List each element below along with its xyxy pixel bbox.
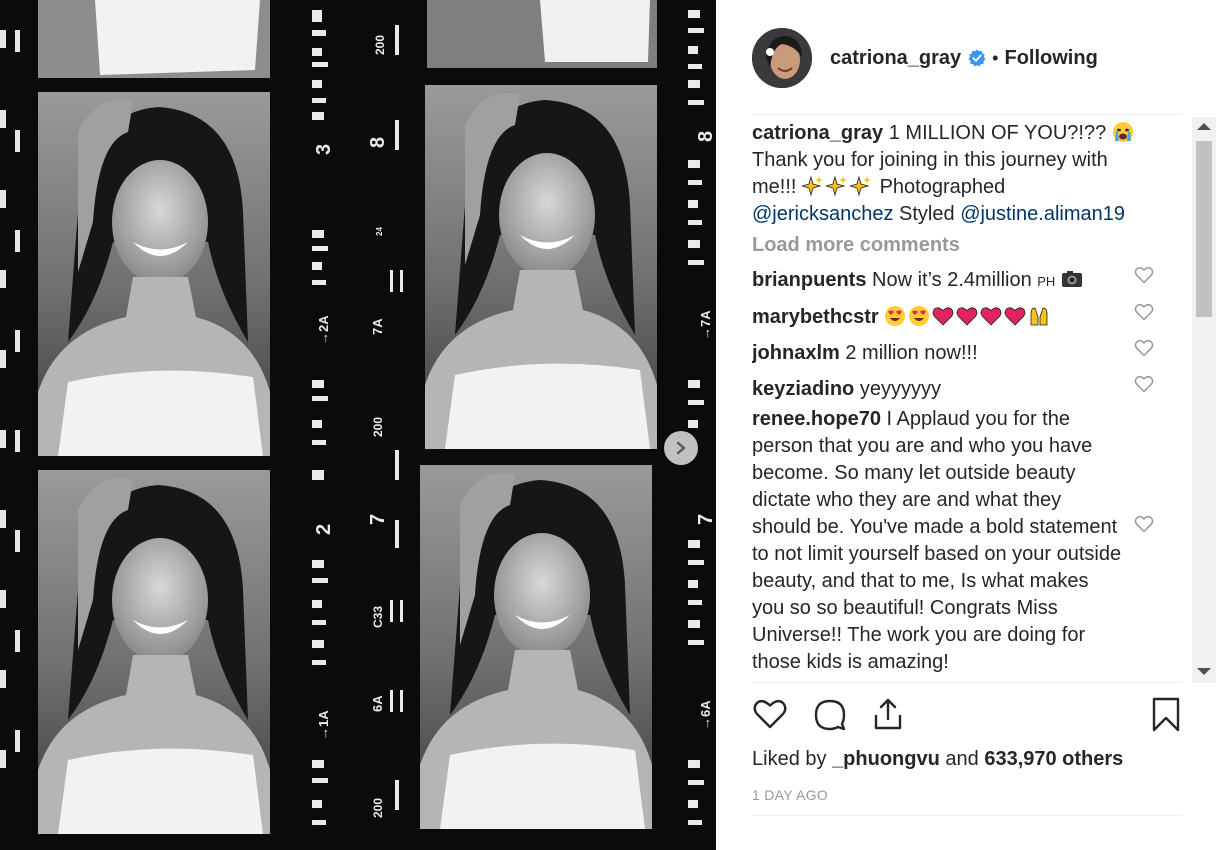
film-label: →7A	[698, 310, 713, 340]
comments-list: catriona_gray 1 MILLION OF YOU?!?? Thank…	[752, 120, 1192, 682]
film-label: 7	[367, 514, 389, 525]
avatar[interactable]	[752, 28, 812, 88]
caption-username[interactable]: catriona_gray	[752, 122, 883, 144]
comments-scrollbar[interactable]	[1192, 117, 1216, 683]
comment-text: 2 million now!!!	[845, 342, 978, 364]
following-button[interactable]: Following	[1004, 47, 1097, 70]
separator-dot: •	[992, 47, 999, 68]
post-photo: 200 3 →2A 2 →1A 8 24 7A 200 7 C33 6A 200…	[0, 0, 716, 850]
share-upload-icon[interactable]	[870, 696, 906, 732]
film-label: 8	[695, 131, 716, 142]
likes-prefix: Liked by	[752, 748, 827, 770]
film-label: →1A	[316, 710, 331, 740]
mention-link[interactable]: @jericksanchez	[752, 203, 893, 225]
like-comment-heart-icon[interactable]	[1134, 338, 1154, 358]
comment-username[interactable]: keyziadino	[752, 378, 854, 400]
comment-username[interactable]: brianpuents	[752, 269, 866, 291]
liker-username[interactable]: _phuongvu	[832, 748, 940, 770]
likes-middle: and	[945, 748, 979, 770]
film-label: C33	[371, 606, 385, 628]
comment-item: johnaxlm 2 million now!!!	[752, 338, 1182, 367]
comment-text: yeyyyyyy	[859, 378, 941, 400]
divider	[752, 114, 1182, 115]
load-more-comments-button[interactable]: Load more comments	[752, 234, 1192, 257]
divider	[752, 815, 1182, 816]
caption-text: Photographed	[879, 176, 1006, 198]
comment-bubble-icon[interactable]	[812, 696, 848, 732]
camera-emoji-icon	[1061, 271, 1082, 287]
avatar-image	[752, 28, 812, 88]
red-heart-emoji-icon	[932, 307, 954, 326]
film-label: →2A	[316, 315, 331, 345]
like-comment-heart-icon[interactable]	[1134, 302, 1154, 322]
caption-text: Styled	[899, 203, 955, 225]
comment-text-suffix: PH	[1037, 274, 1056, 289]
scrollbar-thumb[interactable]	[1196, 141, 1212, 317]
film-label: 2	[313, 524, 335, 535]
like-heart-icon[interactable]	[752, 696, 788, 732]
likes-count[interactable]: 633,970 others	[984, 748, 1123, 770]
film-strip-image: 200 3 →2A 2 →1A 8 24 7A 200 7 C33 6A 200…	[0, 0, 716, 850]
like-comment-heart-icon[interactable]	[1134, 514, 1154, 534]
red-heart-emoji-icon	[1004, 307, 1026, 326]
post-actions-bar	[752, 696, 1182, 736]
mention-link[interactable]: @justine.aliman19	[960, 203, 1125, 225]
post-header: catriona_gray • Following	[752, 22, 1182, 94]
scroll-down-arrow-icon[interactable]	[1197, 668, 1211, 675]
next-photo-button[interactable]	[664, 431, 698, 465]
post-timestamp[interactable]: 1 DAY AGO	[752, 787, 828, 803]
scroll-up-arrow-icon[interactable]	[1197, 123, 1211, 130]
red-heart-emoji-icon	[956, 307, 978, 326]
verified-badge-icon	[968, 49, 986, 67]
crying-face-emoji-icon	[1112, 122, 1133, 142]
comment-text: Now it’s 2.4million	[872, 269, 1032, 291]
post-caption: catriona_gray 1 MILLION OF YOU?!?? Thank…	[752, 120, 1142, 228]
film-label: 24	[375, 227, 384, 236]
chevron-right-icon	[676, 441, 686, 455]
comment-username[interactable]: marybethcstr	[752, 306, 879, 328]
comment-item: marybethcstr	[752, 302, 1182, 331]
heart-eyes-emoji-icon	[909, 306, 930, 326]
bookmark-save-icon[interactable]	[1148, 696, 1184, 732]
like-comment-heart-icon[interactable]	[1134, 374, 1154, 394]
film-label: 6A	[370, 695, 385, 712]
red-heart-emoji-icon	[980, 307, 1002, 326]
film-label: →6A	[698, 700, 713, 730]
film-label: 200	[371, 417, 385, 437]
comment-item: keyziadino yeyyyyyy	[752, 374, 1182, 403]
divider	[752, 682, 1182, 683]
comment-username[interactable]: renee.hope70	[752, 408, 881, 430]
post-details-panel: catriona_gray • Following catriona_gray …	[716, 0, 1218, 850]
film-label: 200	[373, 35, 387, 55]
film-label: 3	[313, 144, 335, 155]
heart-eyes-emoji-icon	[885, 306, 906, 326]
sparkles-emoji-icon	[826, 175, 848, 197]
sparkles-emoji-icon	[802, 175, 824, 197]
film-label: 8	[367, 137, 389, 148]
comment-item: brianpuents Now it’s 2.4million PH	[752, 265, 1182, 295]
film-label: 200	[371, 798, 385, 818]
comment-text: I Applaud you for the person that you ar…	[752, 408, 1122, 673]
caption-text: 1 MILLION OF YOU?!??	[888, 122, 1107, 144]
post-author-username[interactable]: catriona_gray	[830, 47, 961, 70]
film-label: 7A	[370, 318, 385, 335]
like-comment-heart-icon[interactable]	[1134, 265, 1154, 285]
comment-item: renee.hope70 I Applaud you for the perso…	[752, 406, 1182, 676]
likes-summary: Liked by _phuongvu and 633,970 others	[752, 748, 1123, 771]
sparkles-emoji-icon	[850, 175, 872, 197]
comment-username[interactable]: johnaxlm	[752, 342, 840, 364]
film-label: 7	[695, 514, 716, 525]
raising-hands-emoji-icon	[1030, 307, 1048, 326]
